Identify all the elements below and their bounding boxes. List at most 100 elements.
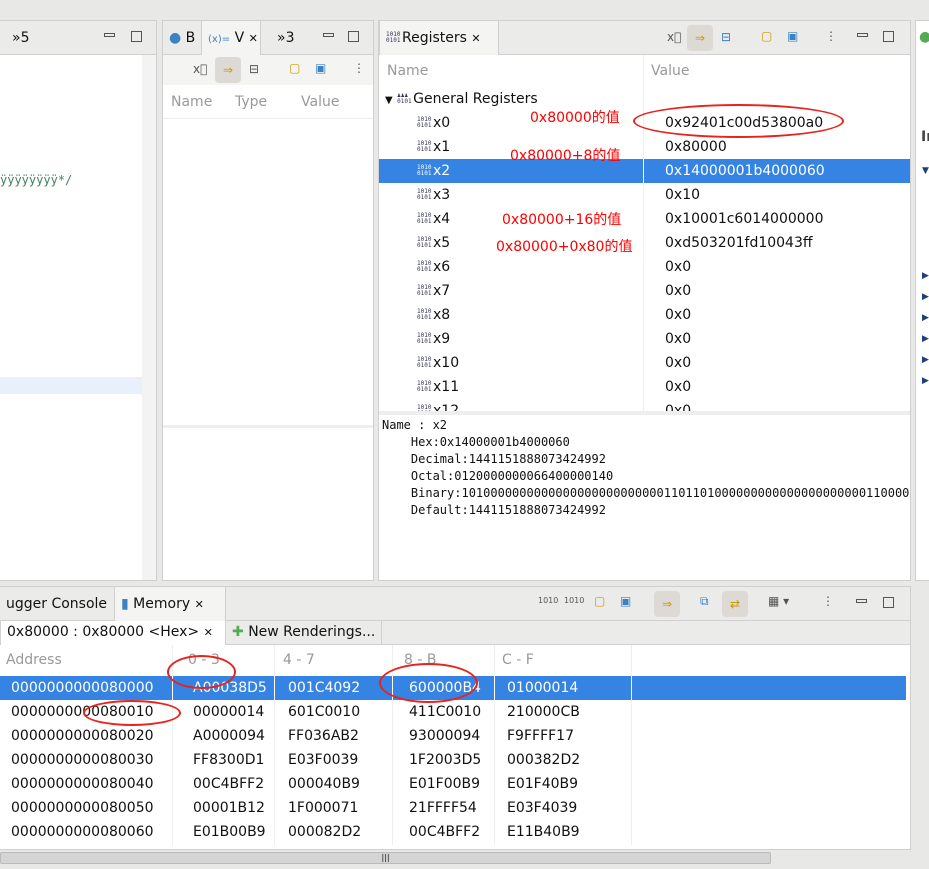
link-icon[interactable]: ⇒ (687, 25, 713, 51)
memory-cell[interactable]: E03F4039 (507, 796, 577, 820)
import-icon[interactable]: 1010 (538, 596, 558, 605)
memory-row[interactable]: 0000000000080060 E01B00B9 000082D2 00C4BFF2… (0, 820, 906, 844)
column-type[interactable]: Type (235, 85, 267, 119)
column-header[interactable]: 4 - 7 (283, 645, 315, 675)
tab-overflow[interactable]: »5 (6, 21, 35, 55)
tab-registers[interactable]: 1010 0101 Registers ✕ (379, 21, 499, 55)
register-group[interactable]: ▼ ♟♟♟ 0101 General Registers (379, 87, 910, 111)
memory-cell[interactable]: E03F0039 (288, 748, 358, 772)
column-value[interactable]: Value (301, 85, 339, 119)
new-view-icon[interactable]: ▢ (289, 61, 300, 75)
view-menu-icon[interactable]: ⋮ (822, 594, 834, 608)
memory-cell[interactable]: A0000094 (193, 724, 265, 748)
export-icon[interactable]: 1010 (564, 596, 584, 605)
memory-cell[interactable]: 001C4092 (288, 676, 360, 700)
type-names-icon[interactable]: x⃞ (667, 30, 681, 44)
maximize-icon[interactable] (883, 597, 894, 608)
link-icon[interactable]: ⇒ (215, 57, 241, 83)
memory-cell[interactable]: 1F000071 (288, 796, 358, 820)
column-value[interactable]: Value (651, 55, 689, 87)
memory-cell[interactable]: 000040B9 (288, 772, 360, 796)
memory-cell[interactable]: 000382D2 (507, 748, 580, 772)
column-header[interactable]: C - F (502, 645, 534, 675)
memory-cell[interactable]: E01F40B9 (507, 772, 578, 796)
memory-cell[interactable]: E01F00B9 (409, 772, 480, 796)
register-row[interactable]: 1010 0101 x1 0x80000 (379, 135, 910, 159)
minimize-icon[interactable] (323, 33, 334, 37)
details-sash[interactable] (379, 411, 910, 415)
register-row[interactable]: 1010 0101 x4 0x10001c6014000000 (379, 207, 910, 231)
memory-cell[interactable]: 000082D2 (288, 820, 361, 844)
pin-icon[interactable]: ▣ (315, 61, 326, 75)
horizontal-scrollbar[interactable]: ||| (0, 850, 929, 869)
close-icon[interactable]: ✕ (249, 32, 258, 45)
register-row[interactable]: 1010 0101 x3 0x10 (379, 183, 910, 207)
column-name[interactable]: Name (387, 55, 428, 87)
register-row[interactable]: 1010 0101 x5 0xd503201fd10043ff (379, 231, 910, 255)
register-row[interactable]: 1010 0101 x10 0x0 (379, 351, 910, 375)
toggle-split-icon[interactable]: ⧉ (700, 594, 709, 609)
tab-memory[interactable]: ▮ Memory ✕ (114, 587, 226, 621)
memory-row[interactable]: 0000000000080030 FF8300D1 E03F0039 1F2003D5… (0, 748, 906, 772)
maximize-icon[interactable] (131, 31, 142, 42)
perspective-icon[interactable]: ● (919, 29, 929, 45)
new-renderings-tab[interactable]: ✚ New Renderings... (226, 621, 383, 645)
pin-icon[interactable]: ▣ (787, 29, 798, 43)
minimize-icon[interactable] (856, 599, 867, 603)
editor-scrollbar[interactable] (142, 55, 156, 580)
tab-rendering[interactable]: 0x80000 : 0x80000 <Hex> ✕ (0, 621, 226, 645)
tab-overflow[interactable]: »3 (271, 21, 300, 55)
memory-cell[interactable]: F9FFFF17 (507, 724, 574, 748)
memory-cell[interactable]: 01000014 (507, 676, 578, 700)
register-row[interactable]: 1010 0101 x11 0x0 (379, 375, 910, 399)
column-header[interactable]: Address (6, 645, 62, 675)
close-icon[interactable]: ✕ (471, 32, 480, 45)
memory-cell[interactable]: E11B40B9 (507, 820, 580, 844)
register-row[interactable]: 1010 0101 x7 0x0 (379, 279, 910, 303)
collapse-all-icon[interactable]: ⊟ (721, 30, 731, 44)
maximize-icon[interactable] (883, 31, 894, 42)
minimize-icon[interactable] (857, 33, 868, 37)
memory-cell[interactable]: 411C0010 (409, 700, 481, 724)
memory-cell[interactable]: 00C4BFF2 (193, 772, 264, 796)
view-menu-icon[interactable]: ⋮ (825, 29, 837, 43)
sync-icon[interactable]: ⇄ (722, 591, 748, 617)
memory-cell[interactable]: FF036AB2 (288, 724, 359, 748)
memory-cell[interactable]: E01B00B9 (193, 820, 266, 844)
memory-cell[interactable]: 93000094 (409, 724, 480, 748)
close-icon[interactable]: ✕ (195, 598, 204, 611)
collapse-all-icon[interactable]: ⊟ (249, 62, 259, 76)
memory-row[interactable]: 0000000000080050 00001B12 1F000071 21FFFF54… (0, 796, 906, 820)
register-row[interactable]: 1010 0101 x2 0x14000001b4000060 (379, 159, 910, 183)
new-view-icon[interactable]: ▢ (594, 594, 605, 608)
register-row[interactable]: 1010 0101 x8 0x0 (379, 303, 910, 327)
register-row[interactable]: 1010 0101 x9 0x0 (379, 327, 910, 351)
link-icon[interactable]: ⇒ (654, 591, 680, 617)
memory-row[interactable]: 0000000000080040 00C4BFF2 000040B9 E01F00B9… (0, 772, 906, 796)
memory-cell[interactable]: 21FFFF54 (409, 796, 477, 820)
memory-cell[interactable]: 601C0010 (288, 700, 360, 724)
new-view-icon[interactable]: ▢ (761, 29, 772, 43)
register-row[interactable]: 1010 0101 x6 0x0 (379, 255, 910, 279)
memory-cell[interactable]: 210000CB (507, 700, 580, 724)
pin-icon[interactable]: ▣ (620, 594, 631, 608)
type-names-icon[interactable]: x⃞ (193, 62, 207, 76)
close-icon[interactable]: ✕ (204, 626, 213, 639)
memory-cell[interactable]: FF8300D1 (193, 748, 264, 772)
tree-arrows[interactable]: ▼ ▶ ▶ ▶ ▶ ▶ ▶ (922, 161, 929, 392)
expand-arrow-icon[interactable]: ▼ (385, 95, 393, 106)
memory-row[interactable]: 0000000000080020 A0000094 FF036AB2 93000094… (0, 724, 906, 748)
details-divider[interactable] (163, 425, 373, 428)
view-menu-icon[interactable]: ⋮ (353, 61, 365, 75)
memory-cell[interactable]: 1F2003D5 (409, 748, 481, 772)
memory-cell[interactable]: 00000014 (193, 700, 264, 724)
memory-cell[interactable]: 00C4BFF2 (409, 820, 480, 844)
scrollbar-thumb[interactable]: ||| (0, 852, 771, 864)
tab-breakpoints[interactable]: ● B (163, 21, 201, 55)
tab-variables[interactable]: (x)= V ✕ (201, 21, 261, 55)
column-name[interactable]: Name (171, 85, 212, 119)
tab-debugger-console[interactable]: ugger Console (0, 587, 113, 621)
memory-cell[interactable]: 00001B12 (193, 796, 265, 820)
maximize-icon[interactable] (348, 31, 359, 42)
layout-icon[interactable]: ▦ ▾ (768, 594, 789, 608)
